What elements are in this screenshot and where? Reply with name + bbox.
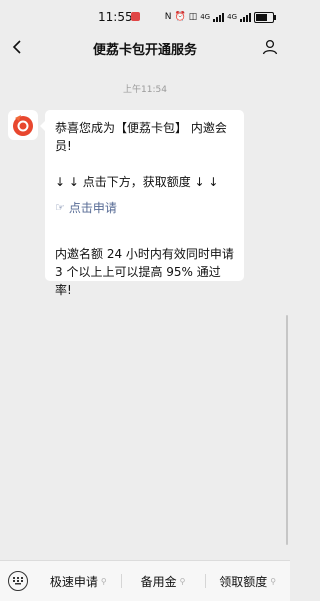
message-bubble: 恭喜您成为【便荔卡包】 内邀会员! ↓ ↓ 点击下方，获取额度 ↓ ↓ ☞ 点击…	[40, 110, 244, 297]
notification-badge-icon	[131, 12, 140, 21]
status-indicators: N ⏰ ◫ 4G 4G	[164, 10, 276, 24]
message-line-1: 恭喜您成为【便荔卡包】 内邀会员!	[55, 121, 227, 153]
message-timestamp: 上午11:54	[123, 85, 167, 95]
bottom-menu-bar: 极速申请 ⚲ 备用金 ⚲ 领取额度 ⚲	[0, 560, 290, 601]
brand-logo-icon	[13, 115, 33, 136]
nav-bar: 便荔卡包开通服务	[0, 34, 290, 62]
apply-link-label: 点击申请	[68, 201, 117, 215]
menu-item-get-credit[interactable]: 领取额度 ⚲	[205, 561, 290, 601]
signal-icon	[213, 12, 225, 22]
menu-item-label: 备用金	[140, 574, 177, 589]
keyboard-icon	[8, 571, 28, 591]
link-icon: ⚲	[179, 576, 186, 586]
battery-icon	[254, 11, 276, 23]
alarm-icon: ⏰	[174, 12, 186, 22]
menu-item-label: 极速申请	[49, 574, 98, 589]
link-icon: ⚲	[270, 576, 277, 586]
nfc-icon: N	[164, 12, 172, 22]
avatar[interactable]	[8, 110, 38, 140]
page-title: 便荔卡包开通服务	[92, 42, 197, 58]
menu-item-fast-apply[interactable]: 极速申请 ⚲	[36, 561, 121, 601]
chevron-left-icon	[12, 40, 21, 54]
pointing-hand-icon: ☞	[55, 201, 65, 214]
message-line-2: ↓ ↓ 点击下方，获取额度 ↓ ↓	[55, 175, 219, 189]
link-icon: ⚲	[100, 576, 107, 586]
network-type-1: 4G	[200, 13, 211, 21]
keyboard-toggle-button[interactable]	[0, 561, 36, 601]
signal-2-icon	[240, 12, 251, 22]
user-icon	[262, 39, 278, 55]
message-line-3: 内邀名额 24 小时内有效同时申请 3 个以上上可以提高 95% 通过率!	[55, 247, 234, 297]
status-time: 11:55	[98, 10, 133, 24]
status-bar: 11:55 N ⏰ ◫ 4G 4G	[0, 0, 290, 34]
apply-link[interactable]: ☞ 点击申请	[55, 199, 234, 217]
menu-item-reserve-fund[interactable]: 备用金 ⚲	[120, 561, 206, 601]
menu-item-label: 领取额度	[219, 574, 268, 589]
network-type-2: 4G	[227, 13, 237, 21]
profile-button[interactable]	[260, 37, 280, 57]
scrollbar[interactable]	[286, 315, 288, 545]
back-button[interactable]	[8, 38, 26, 56]
vibrate-icon: ◫	[188, 12, 198, 22]
